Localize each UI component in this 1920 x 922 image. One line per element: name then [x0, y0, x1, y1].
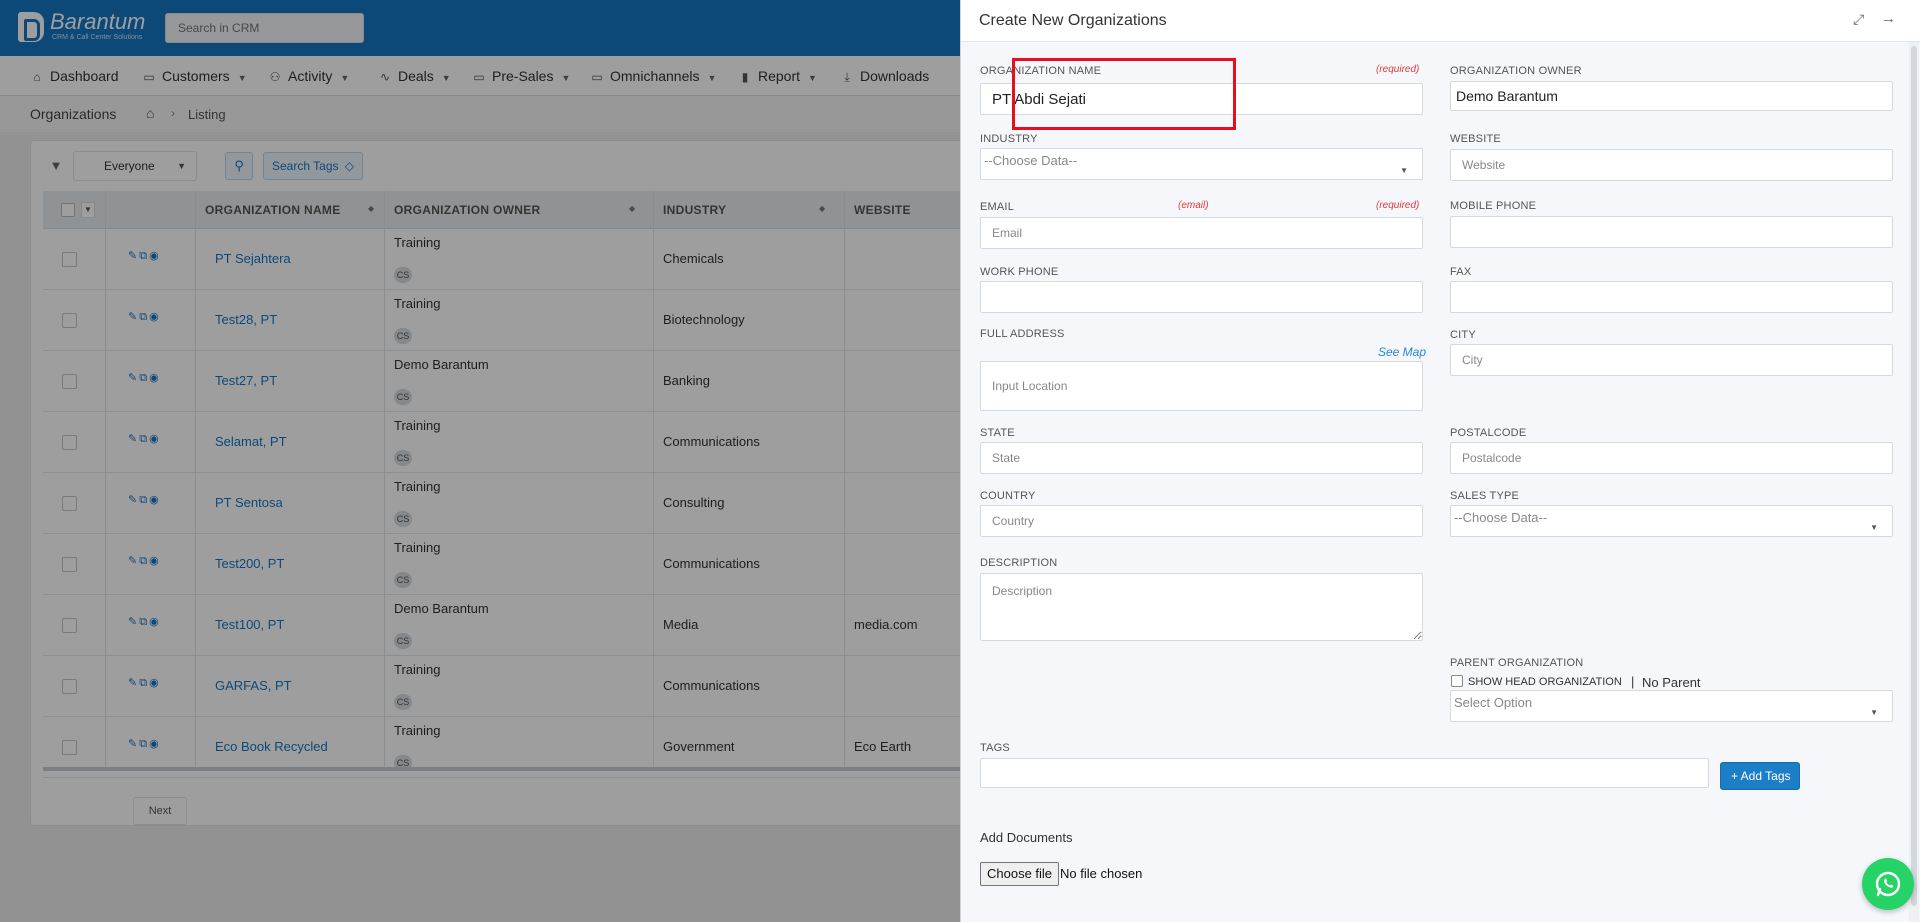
no-file-text: No file chosen — [1060, 866, 1143, 881]
mobile-phone-label: MOBILE PHONE — [1450, 200, 1537, 212]
organization-owner-input[interactable] — [1450, 81, 1893, 111]
add-tags-button[interactable]: + Add Tags — [1720, 762, 1800, 790]
no-parent-text: No Parent — [1642, 675, 1701, 690]
website-label: WEBSITE — [1450, 133, 1501, 145]
separator: | — [1631, 674, 1635, 689]
panel-header: Create New Organizations ⤢ → — [961, 0, 1920, 42]
chevron-down-icon: ▼ — [1870, 523, 1878, 532]
required-tag: (required) — [1376, 200, 1420, 211]
description-textarea[interactable] — [980, 573, 1423, 641]
org-owner-label: ORGANIZATION OWNER — [1450, 65, 1582, 77]
chevron-down-icon: ▼ — [1400, 166, 1408, 175]
whatsapp-icon — [1875, 871, 1901, 897]
country-label: COUNTRY — [980, 490, 1036, 502]
state-input[interactable] — [980, 442, 1423, 474]
description-label: DESCRIPTION — [980, 557, 1058, 569]
org-name-label: ORGANIZATION NAME — [980, 65, 1102, 77]
chevron-down-icon: ▼ — [1870, 708, 1878, 717]
city-input[interactable] — [1450, 344, 1893, 376]
sales-type-select[interactable]: --Choose Data-- ▼ — [1450, 505, 1893, 537]
fax-input[interactable] — [1450, 281, 1893, 313]
add-documents-label: Add Documents — [980, 830, 1073, 845]
email-input[interactable] — [980, 217, 1423, 249]
show-head-organization-label: SHOW HEAD ORGANIZATION — [1468, 676, 1622, 688]
panel-title: Create New Organizations — [979, 12, 1167, 29]
required-tag: (required) — [1376, 64, 1420, 75]
email-label: EMAIL — [980, 201, 1015, 213]
mobile-phone-input[interactable] — [1450, 216, 1893, 248]
email-tag: (email) — [1178, 200, 1209, 211]
fax-label: FAX — [1450, 266, 1472, 278]
website-input[interactable] — [1450, 149, 1893, 181]
modal-backdrop[interactable] — [0, 0, 960, 922]
state-label: STATE — [980, 427, 1015, 439]
organization-name-input[interactable] — [980, 83, 1423, 115]
country-input[interactable] — [980, 505, 1423, 537]
see-map-link[interactable]: See Map — [1378, 345, 1426, 359]
city-label: CITY — [1450, 329, 1476, 341]
work-phone-input[interactable] — [980, 281, 1423, 313]
full-address-label: FULL ADDRESS — [980, 328, 1065, 340]
industry-label: INDUSTRY — [980, 133, 1038, 145]
postalcode-input[interactable] — [1450, 442, 1893, 474]
panel-scrollbar[interactable] — [1909, 42, 1919, 922]
parent-organization-select[interactable]: Select Option ▼ — [1450, 690, 1893, 722]
industry-select[interactable]: --Choose Data-- ▼ — [980, 148, 1423, 180]
tags-label: TAGS — [980, 742, 1010, 754]
postalcode-label: POSTALCODE — [1450, 427, 1527, 439]
whatsapp-button[interactable] — [1862, 858, 1914, 910]
address-input[interactable] — [980, 361, 1423, 411]
choose-file-button[interactable]: Choose file — [980, 862, 1060, 886]
expand-icon[interactable]: ⤢ — [1853, 11, 1864, 28]
show-head-organization-checkbox[interactable] — [1451, 675, 1463, 687]
close-panel-icon[interactable]: → — [1881, 10, 1896, 27]
sales-type-label: SALES TYPE — [1450, 490, 1520, 502]
tags-input[interactable] — [980, 758, 1709, 788]
work-phone-label: WORK PHONE — [980, 266, 1059, 278]
parent-organization-label: PARENT ORGANIZATION — [1450, 657, 1584, 669]
